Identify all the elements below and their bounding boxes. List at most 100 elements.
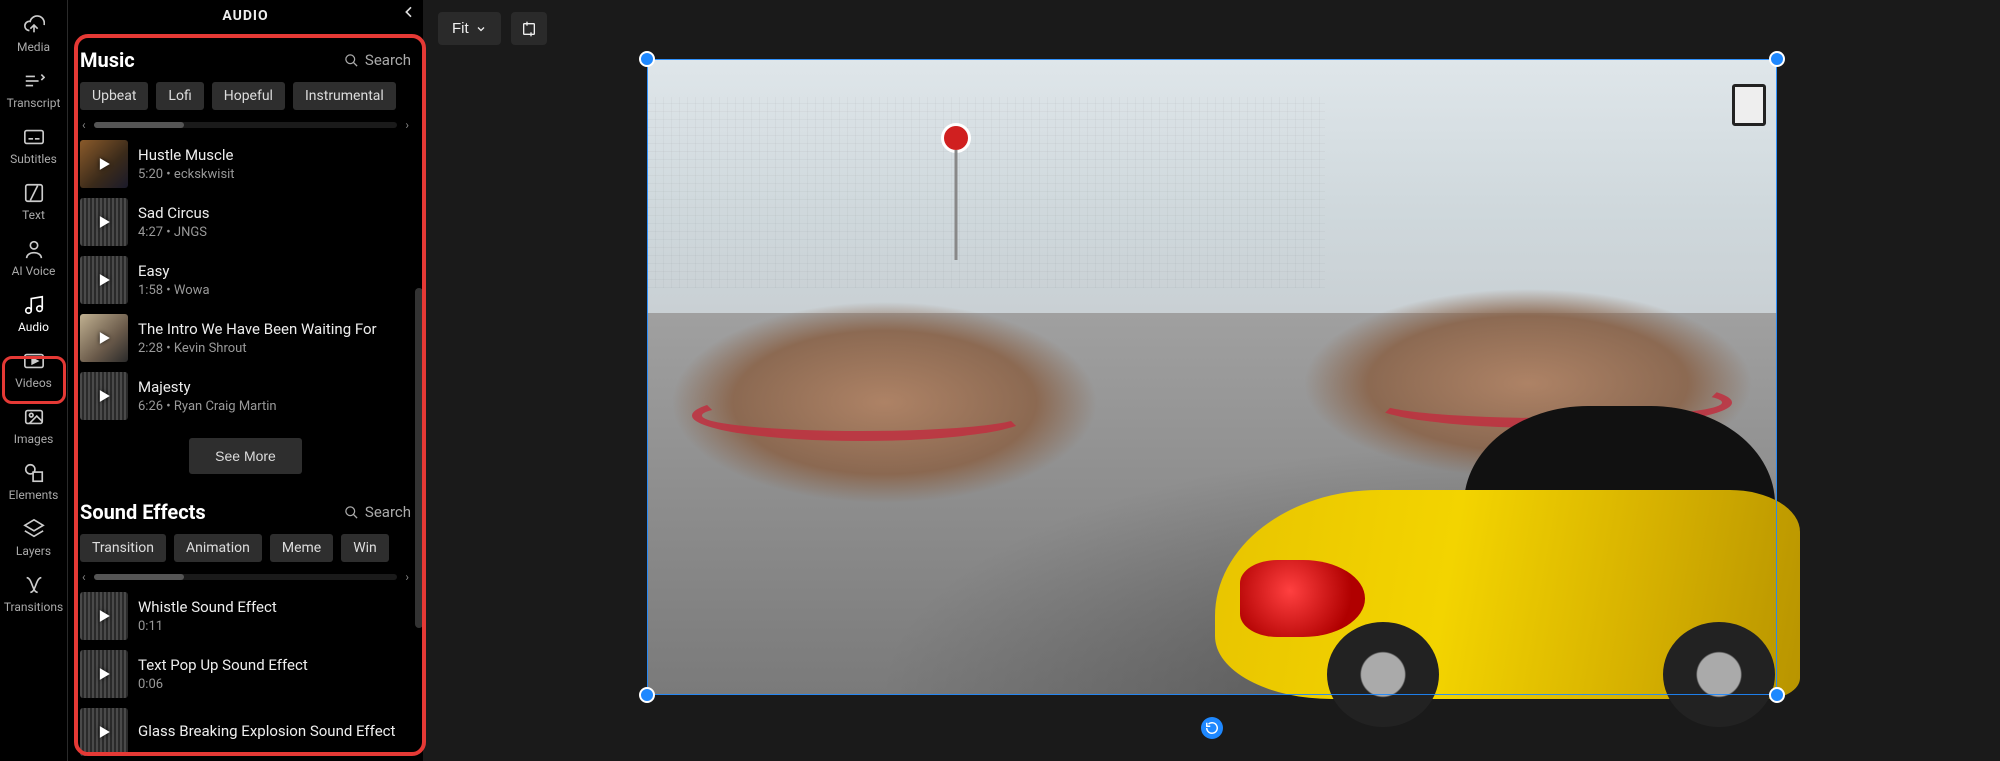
nav-audio[interactable]: Audio (0, 286, 67, 342)
play-icon (80, 256, 128, 304)
nav-text[interactable]: Text (0, 174, 67, 230)
frame-wheel-rear (1327, 622, 1439, 727)
nav-label: Images (14, 432, 54, 446)
track-meta: Majesty 6:26 • Ryan Craig Martin (138, 378, 277, 414)
upload-cloud-icon (23, 14, 45, 36)
play-icon (80, 372, 128, 420)
resize-handle-top-right[interactable] (1769, 51, 1785, 67)
frame-curb-left (692, 390, 1031, 441)
nav-ai-voice[interactable]: AI Voice (0, 230, 67, 286)
app-root: Media Transcript Subtitles Text AI Voice (0, 0, 2000, 761)
track-title: Majesty (138, 378, 277, 396)
sfx-track[interactable]: Text Pop Up Sound Effect 0:06 (80, 650, 411, 698)
track-thumbnail[interactable] (80, 708, 128, 756)
video-frame[interactable] (647, 59, 1777, 695)
collapse-panel-button[interactable] (401, 4, 417, 20)
chip-transition[interactable]: Transition (80, 534, 166, 562)
nav-label: Transcript (7, 96, 61, 110)
chip-scroll-track[interactable] (94, 122, 398, 128)
sfx-chip-scroll: ‹ › (80, 570, 411, 584)
track-thumbnail[interactable] (80, 256, 128, 304)
frame-wheel-front (1663, 622, 1775, 727)
music-track[interactable]: Easy 1:58 • Wowa (80, 256, 411, 304)
sfx-search[interactable]: Search (344, 503, 411, 521)
chip-animation[interactable]: Animation (174, 534, 262, 562)
nav-images[interactable]: Images (0, 398, 67, 454)
track-subtitle: 2:28 • Kevin Shrout (138, 341, 377, 356)
rotate-handle[interactable] (1201, 717, 1223, 739)
music-track[interactable]: Sad Circus 4:27 • JNGS (80, 198, 411, 246)
chip-lofi[interactable]: Lofi (156, 82, 203, 110)
nav-media[interactable]: Media (0, 6, 67, 62)
panel-scrollbar-thumb[interactable] (415, 288, 423, 628)
nav-label: Subtitles (10, 152, 57, 166)
nav-videos[interactable]: Videos (0, 342, 67, 398)
chip-scroll-thumb[interactable] (94, 122, 184, 128)
track-thumbnail[interactable] (80, 650, 128, 698)
chip-scroll-thumb[interactable] (94, 574, 184, 580)
preview-stage[interactable] (647, 59, 1777, 695)
frame-stop-sign (941, 123, 971, 153)
track-thumbnail[interactable] (80, 592, 128, 640)
play-icon (80, 708, 128, 756)
track-subtitle: 1:58 • Wowa (138, 283, 210, 298)
zoom-fit-dropdown[interactable]: Fit (438, 12, 501, 45)
crop-expand-button[interactable] (511, 12, 547, 45)
nav-rail: Media Transcript Subtitles Text AI Voice (0, 0, 68, 761)
track-meta: Sad Circus 4:27 • JNGS (138, 204, 209, 240)
play-icon (80, 650, 128, 698)
panel-body: Music Search Upbeat Lofi Hopeful Instrum… (68, 28, 423, 761)
nav-label: Audio (18, 320, 49, 334)
music-title: Music (80, 48, 135, 72)
nav-label: Layers (16, 544, 51, 558)
ai-voice-icon (23, 238, 45, 260)
nav-label: Elements (9, 488, 59, 502)
panel-header: AUDIO (68, 0, 423, 28)
nav-layers[interactable]: Layers (0, 510, 67, 566)
video-icon (23, 350, 45, 372)
chip-scroll-left[interactable]: ‹ (80, 570, 88, 584)
canvas-area: Fit (424, 0, 2000, 761)
nav-label: Transitions (4, 600, 63, 614)
layers-icon (23, 518, 45, 540)
chip-upbeat[interactable]: Upbeat (80, 82, 148, 110)
chip-win[interactable]: Win (341, 534, 389, 562)
track-thumbnail[interactable] (80, 314, 128, 362)
music-track[interactable]: Majesty 6:26 • Ryan Craig Martin (80, 372, 411, 420)
chip-scroll-left[interactable]: ‹ (80, 118, 88, 132)
chip-scroll-right[interactable]: › (403, 570, 411, 584)
see-more-button[interactable]: See More (189, 438, 302, 474)
chip-instrumental[interactable]: Instrumental (293, 82, 396, 110)
music-track[interactable]: The Intro We Have Been Waiting For 2:28 … (80, 314, 411, 362)
nav-elements[interactable]: Elements (0, 454, 67, 510)
track-thumbnail[interactable] (80, 372, 128, 420)
music-section-header: Music Search (80, 48, 411, 72)
chip-scroll-right[interactable]: › (403, 118, 411, 132)
nav-label: Media (17, 40, 50, 54)
track-thumbnail[interactable] (80, 198, 128, 246)
track-thumbnail[interactable] (80, 140, 128, 188)
resize-handle-top-left[interactable] (639, 51, 655, 67)
track-subtitle: 4:27 • JNGS (138, 225, 209, 240)
track-meta: Text Pop Up Sound Effect 0:06 (138, 656, 308, 692)
resize-handle-bottom-left[interactable] (639, 687, 655, 703)
frame-car (1178, 371, 1800, 721)
chip-scroll-track[interactable] (94, 574, 398, 580)
audio-side-panel: AUDIO Music Search Upbeat Lofi Hopeful I… (68, 0, 424, 761)
music-search[interactable]: Search (344, 51, 411, 69)
nav-transitions[interactable]: Transitions (0, 566, 67, 622)
nav-transcript[interactable]: Transcript (0, 62, 67, 118)
sfx-track[interactable]: Glass Breaking Explosion Sound Effect (80, 708, 411, 756)
sfx-track[interactable]: Whistle Sound Effect 0:11 (80, 592, 411, 640)
track-meta: Glass Breaking Explosion Sound Effect (138, 722, 395, 743)
resize-handle-bottom-right[interactable] (1769, 687, 1785, 703)
panel-scrollbar[interactable] (415, 288, 423, 628)
nav-label: AI Voice (12, 264, 56, 278)
chip-meme[interactable]: Meme (270, 534, 333, 562)
music-track-list: Hustle Muscle 5:20 • eckskwisit Sad Circ… (80, 140, 411, 420)
chevron-down-icon (475, 23, 487, 35)
music-track[interactable]: Hustle Muscle 5:20 • eckskwisit (80, 140, 411, 188)
nav-subtitles[interactable]: Subtitles (0, 118, 67, 174)
chip-hopeful[interactable]: Hopeful (212, 82, 285, 110)
track-title: Easy (138, 262, 210, 280)
